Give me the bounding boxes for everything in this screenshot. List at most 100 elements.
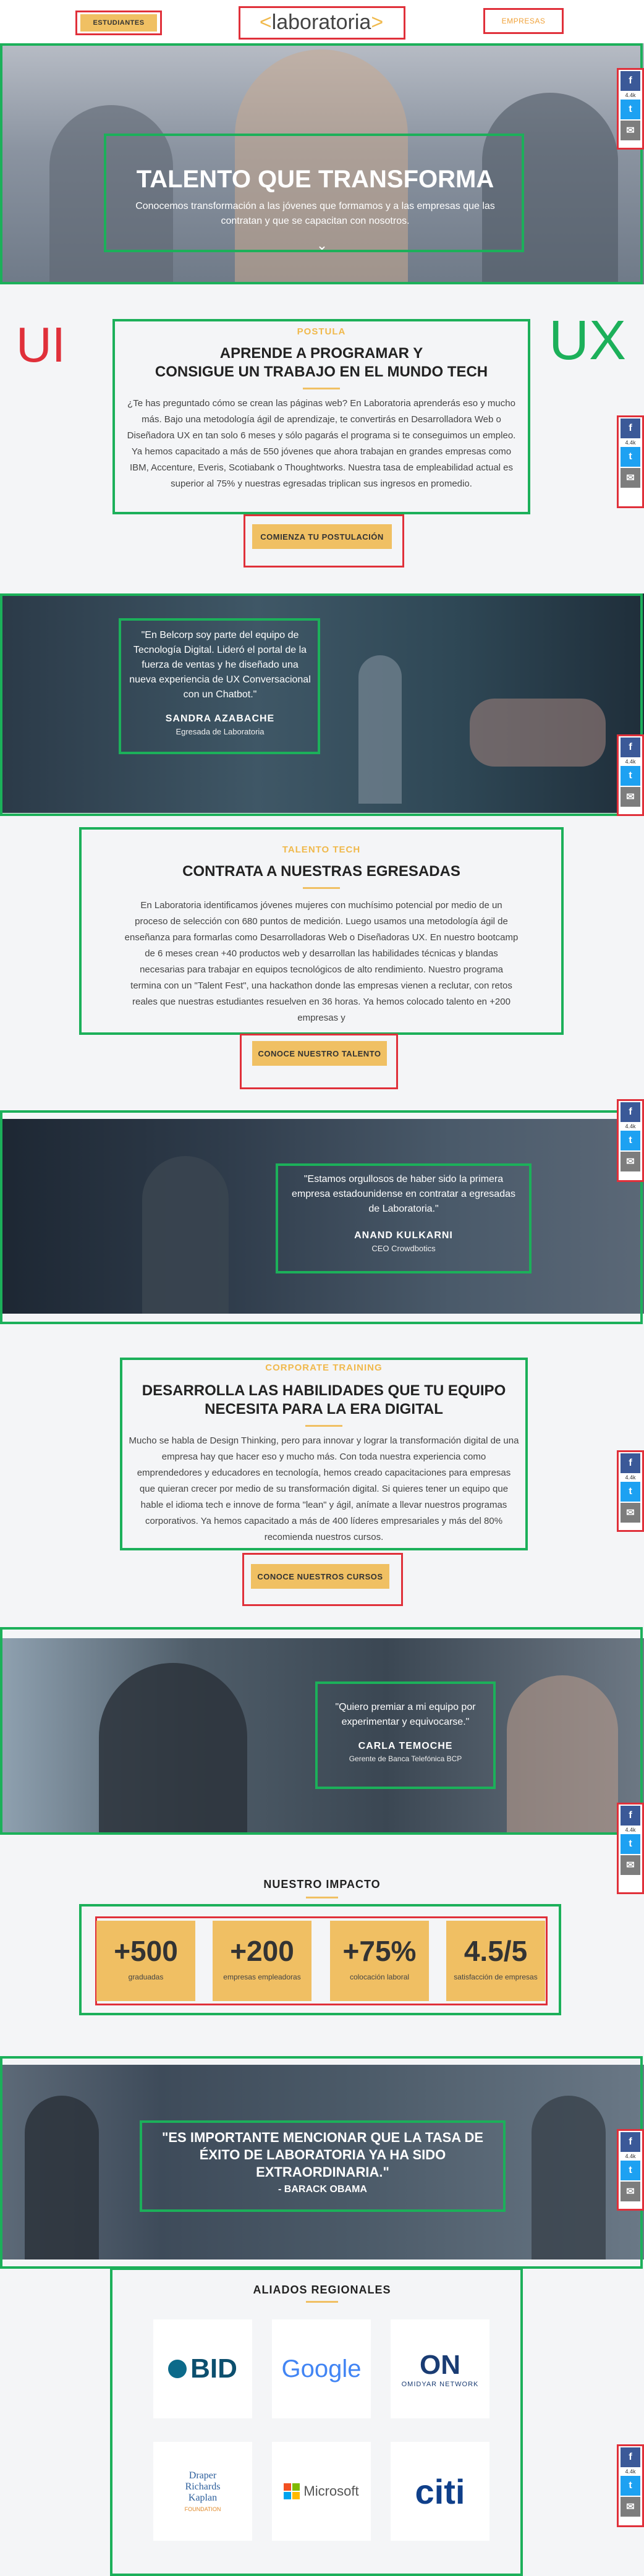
stat-value: +500 bbox=[114, 1935, 178, 1967]
share-bar: f 4.4k t ✉ bbox=[617, 1099, 644, 1182]
stat-label: empresas empleadoras bbox=[223, 1973, 301, 1981]
twitter-icon[interactable]: t bbox=[621, 766, 640, 786]
bid-icon bbox=[168, 2360, 187, 2378]
logo-bid[interactable]: BID bbox=[153, 2319, 252, 2418]
logo-google[interactable]: Google bbox=[272, 2319, 371, 2418]
start-application-button[interactable]: COMIENZA TU POSTULACIÓN bbox=[252, 524, 392, 549]
share-bar: f 4.4k t ✉ bbox=[617, 415, 644, 508]
hero-title: TALENTO QUE TRANSFORMA bbox=[136, 166, 494, 193]
facebook-icon[interactable]: f bbox=[621, 2132, 640, 2152]
chevron-down-icon[interactable]: ⌄ bbox=[313, 237, 331, 253]
talent-body: En Laboratoria identificamos jóvenes muj… bbox=[124, 900, 519, 1023]
mail-icon[interactable]: ✉ bbox=[621, 1152, 640, 1171]
share-bar: f 4.4k t ✉ bbox=[617, 1450, 644, 1532]
mail-icon[interactable]: ✉ bbox=[621, 2497, 640, 2517]
allies-title: ALIADOS REGIONALES bbox=[253, 2284, 391, 2296]
obama-content: "ES IMPORTANTE MENCIONAR QUE LA TASA DE … bbox=[142, 2129, 503, 2198]
stat-card: +75% colocación laboral bbox=[330, 1921, 429, 2001]
share-bar: f 4.4k t ✉ bbox=[617, 734, 644, 816]
facebook-icon[interactable]: f bbox=[621, 1102, 640, 1122]
side-label-ui: UI bbox=[16, 317, 66, 372]
logo-omidyar[interactable]: ON OMIDYAR NETWORK bbox=[391, 2319, 489, 2418]
twitter-icon[interactable]: t bbox=[621, 1131, 640, 1150]
annotation-testimonial1-outer bbox=[0, 593, 643, 816]
view-talent-button[interactable]: CONOCE NUESTRO TALENTO bbox=[252, 1041, 387, 1066]
share-bar: f 4.4k t ✉ bbox=[617, 68, 644, 150]
logo-microsoft[interactable]: Microsoft bbox=[272, 2442, 371, 2541]
share-count: 4.4k bbox=[625, 1123, 636, 1129]
view-courses-button[interactable]: CONOCE NUESTROS CURSOS bbox=[251, 1564, 389, 1589]
logo-microsoft-text: Microsoft bbox=[303, 2483, 359, 2499]
share-count: 4.4k bbox=[625, 440, 636, 446]
logo-draper[interactable]: Draper Richards Kaplan FOUNDATION bbox=[153, 2442, 252, 2541]
talent-title: CONTRATA A NUESTRAS EGRESADAS bbox=[182, 863, 460, 880]
obama-author: - BARACK OBAMA bbox=[278, 2184, 367, 2195]
facebook-icon[interactable]: f bbox=[621, 2447, 640, 2467]
stat-label: graduadas bbox=[128, 1973, 164, 1981]
stat-label: colocación laboral bbox=[349, 1973, 410, 1981]
mail-icon[interactable]: ✉ bbox=[621, 1855, 640, 1875]
mail-icon[interactable]: ✉ bbox=[621, 121, 640, 140]
share-count: 4.4k bbox=[625, 1474, 636, 1481]
companies-button[interactable]: EMPRESAS bbox=[488, 12, 559, 30]
stat-card: +200 empresas empleadoras bbox=[213, 1921, 311, 2001]
logo-bid-text: BID bbox=[190, 2353, 237, 2384]
mail-icon[interactable]: ✉ bbox=[621, 1503, 640, 1523]
obama-quote-line3: EXTRAORDINARIA." bbox=[256, 2164, 389, 2180]
divider bbox=[303, 887, 340, 889]
testimonial1-name: SANDRA AZABACHE bbox=[165, 713, 275, 724]
postula-title-line1: APRENDE A PROGRAMAR Y bbox=[219, 345, 423, 362]
twitter-icon[interactable]: t bbox=[621, 1482, 640, 1502]
testimonial2-content: "Estamos orgullosos de haber sido la pri… bbox=[286, 1172, 522, 1253]
facebook-icon[interactable]: f bbox=[621, 1806, 640, 1826]
logo[interactable]: < laboratoria > bbox=[247, 9, 396, 36]
mail-icon[interactable]: ✉ bbox=[621, 468, 640, 488]
microsoft-icon bbox=[284, 2483, 300, 2499]
logo-text: laboratoria bbox=[271, 10, 371, 34]
share-count: 4.4k bbox=[625, 759, 636, 765]
twitter-icon[interactable]: t bbox=[621, 2161, 640, 2180]
twitter-icon[interactable]: t bbox=[621, 2476, 640, 2496]
postula-body: ¿Te has preguntado cómo se crean las pág… bbox=[127, 398, 516, 489]
side-label-ux: UX bbox=[549, 310, 627, 372]
logo-bracket-left: < bbox=[259, 10, 272, 34]
mail-icon[interactable]: ✉ bbox=[621, 787, 640, 807]
stat-card: 4.5/5 satisfacción de empresas bbox=[446, 1921, 545, 2001]
testimonial2-name: ANAND KULKARNI bbox=[354, 1230, 453, 1241]
corporate-title-line2: NECESITA PARA LA ERA DIGITAL bbox=[205, 1401, 443, 1418]
stat-label: satisfacción de empresas bbox=[454, 1973, 538, 1981]
divider bbox=[306, 2301, 338, 2303]
twitter-icon[interactable]: t bbox=[621, 447, 640, 467]
students-button[interactable]: ESTUDIANTES bbox=[80, 14, 157, 32]
testimonial2-role: CEO Crowdbotics bbox=[371, 1244, 436, 1253]
share-bar: f 4.4k t ✉ bbox=[617, 2444, 644, 2527]
facebook-icon[interactable]: f bbox=[621, 71, 640, 91]
postula-content: POSTULA APRENDE A PROGRAMAR Y CONSIGUE U… bbox=[124, 326, 519, 492]
logo-omidyar-text: ON bbox=[420, 2350, 460, 2380]
divider bbox=[305, 1425, 342, 1427]
testimonial3-name: CARLA TEMOCHE bbox=[358, 1741, 453, 1751]
twitter-icon[interactable]: t bbox=[621, 1834, 640, 1854]
testimonial3-role: Gerente de Banca Telefónica BCP bbox=[349, 1754, 462, 1763]
divider bbox=[306, 1897, 338, 1898]
testimonial1-content: "En Belcorp soy parte del equipo de Tecn… bbox=[127, 628, 313, 736]
share-count: 4.4k bbox=[625, 2153, 636, 2159]
divider bbox=[303, 388, 340, 389]
testimonial3-quote: "Quiero premiar a mi equipo por experime… bbox=[335, 1702, 476, 1727]
logo-draper-text: Draper Richards Kaplan bbox=[185, 2470, 221, 2503]
postula-title-line2: CONSIGUE UN TRABAJO EN EL MUNDO TECH bbox=[155, 363, 488, 380]
twitter-icon[interactable]: t bbox=[621, 100, 640, 119]
logo-citi[interactable]: citi bbox=[391, 2442, 489, 2541]
stat-card: +500 graduadas bbox=[96, 1921, 195, 2001]
logo-google-text: Google bbox=[281, 2355, 362, 2383]
facebook-icon[interactable]: f bbox=[621, 738, 640, 757]
mail-icon[interactable]: ✉ bbox=[621, 2182, 640, 2201]
obama-quote-line1: "ES IMPORTANTE MENCIONAR QUE LA TASA DE bbox=[161, 2130, 484, 2145]
facebook-icon[interactable]: f bbox=[621, 1453, 640, 1473]
facebook-icon[interactable]: f bbox=[621, 419, 640, 438]
talent-eyebrow: TALENTO TECH bbox=[282, 844, 361, 855]
logo-citi-text: citi bbox=[415, 2472, 465, 2511]
stat-value: +75% bbox=[342, 1935, 417, 1967]
stat-value: +200 bbox=[230, 1935, 294, 1967]
postula-eyebrow: POSTULA bbox=[297, 326, 346, 337]
